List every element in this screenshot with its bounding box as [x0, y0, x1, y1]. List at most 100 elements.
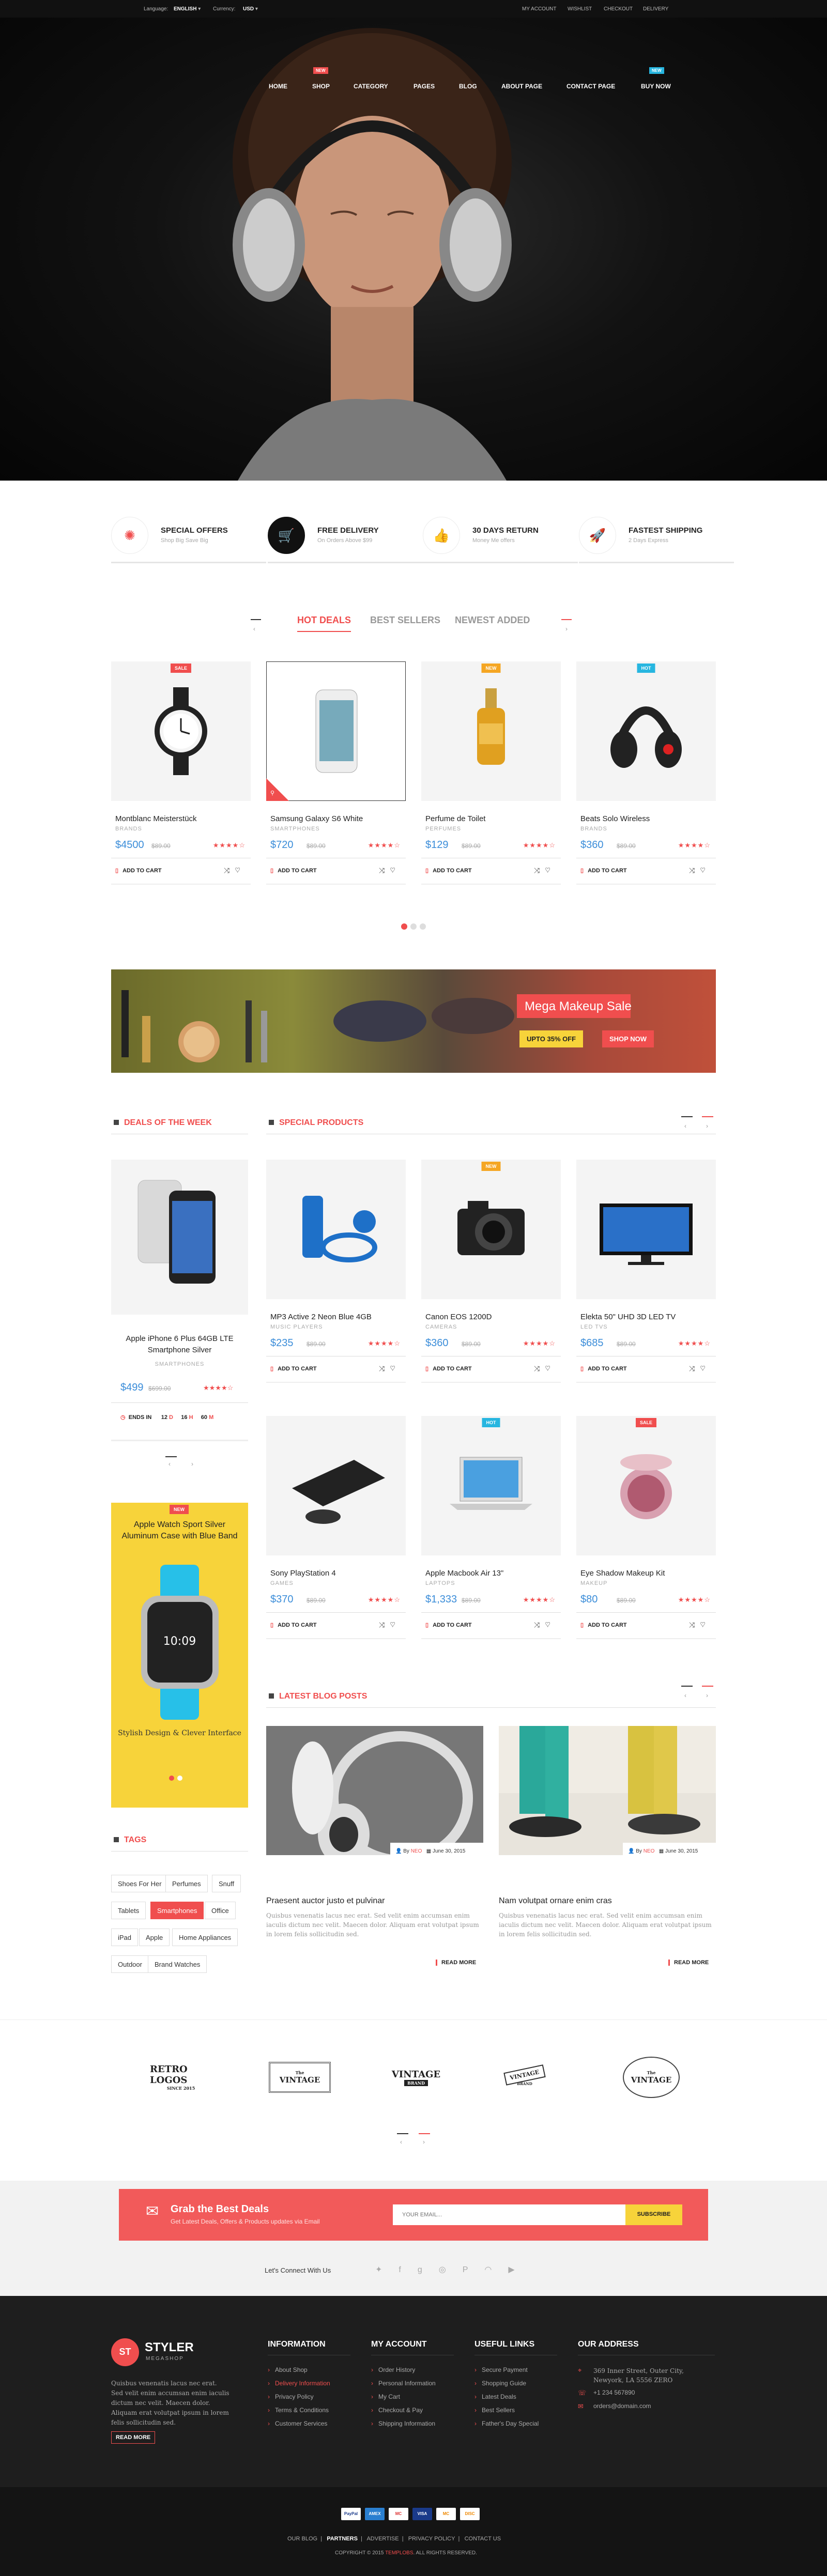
product-image[interactable] [266, 1416, 406, 1555]
footer-link[interactable]: Secure Payment [474, 2366, 528, 2373]
bottom-link-contact[interactable]: CONTACT US [465, 2536, 501, 2542]
tag-item[interactable]: Home Appliances [172, 1929, 238, 1946]
checkout-link[interactable]: CHECKOUT [604, 6, 633, 12]
blog-prev-arrow[interactable] [681, 1686, 693, 1687]
compare-icon[interactable]: ⤨ [379, 1364, 390, 1372]
product-card[interactable]: Sony PlayStation 4 GAMES $370 $89.00 ★★★★☆ ▯ A… [266, 1416, 406, 1651]
tag-item[interactable]: Apple [139, 1929, 170, 1946]
product-card[interactable]: HOT Beats Solo Wireless BRANDS $360 $89.00 ★★… [576, 661, 716, 897]
language-select[interactable]: ENGLISH ▾ [174, 6, 201, 12]
tag-item[interactable]: Tablets [111, 1902, 146, 1919]
footer-link[interactable]: Latest Deals [474, 2393, 516, 2400]
heart-icon[interactable]: ♡ [390, 866, 401, 874]
footer-link[interactable]: Checkout & Pay [371, 2407, 423, 2414]
currency-select[interactable]: USD ▾ [243, 6, 258, 12]
product-image[interactable] [111, 661, 251, 801]
nav-pages[interactable]: PAGES [414, 83, 435, 90]
product-image[interactable] [576, 661, 716, 801]
deal-card[interactable]: Apple iPhone 6 Plus 64GB LTE Smartphone … [111, 1160, 248, 1441]
wishlist-link[interactable]: WISHLIST [568, 6, 592, 12]
my-account-link[interactable]: MY ACCOUNT [522, 6, 557, 12]
chevron-left-icon[interactable]: ‹ [400, 2138, 402, 2146]
nav-home[interactable]: HOME [269, 83, 287, 90]
footer-logo[interactable]: ST [111, 2338, 139, 2366]
product-name[interactable]: Apple Macbook Air 13" [425, 1569, 503, 1578]
add-to-cart-button[interactable]: ▯ ADD TO CART [580, 1365, 627, 1372]
heart-icon[interactable]: ♡ [390, 1364, 401, 1372]
product-image[interactable] [576, 1416, 716, 1555]
tab-hot-deals[interactable]: HOT DEALS [297, 615, 351, 632]
delivery-link[interactable]: DELIVERY [643, 6, 668, 12]
chevron-left-icon[interactable]: ‹ [684, 1692, 686, 1699]
special-next-arrow[interactable] [702, 1116, 713, 1117]
product-card[interactable]: NEW Perfume de Toilet PERFUMES $129 $89.00 ★★… [421, 661, 561, 897]
pager-dot[interactable] [420, 923, 426, 930]
instagram-icon[interactable]: ◎ [439, 2265, 463, 2274]
twitter-icon[interactable]: ✦ [375, 2265, 399, 2274]
footer-link[interactable]: Shopping Guide [474, 2380, 526, 2387]
add-to-cart-button[interactable]: ▯ ADD TO CART [425, 1622, 472, 1628]
tabs-next-arrow[interactable] [561, 619, 572, 620]
compare-icon[interactable]: ⤨ [379, 866, 390, 874]
youtube-icon[interactable]: ▶ [508, 2265, 531, 2274]
deals-prev-arrow[interactable] [165, 1456, 177, 1457]
footer-link[interactable]: About Shop [268, 2366, 308, 2373]
chevron-right-icon[interactable]: › [706, 1692, 708, 1699]
pager-dot-active[interactable] [401, 923, 407, 930]
email-input[interactable] [393, 2204, 625, 2225]
rss-icon[interactable]: ◠ [484, 2265, 508, 2274]
nav-blog[interactable]: BLOG [459, 83, 477, 90]
chevron-right-icon[interactable]: › [423, 2138, 425, 2146]
compare-icon[interactable]: ⤨ [689, 1621, 700, 1629]
apple-watch-promo[interactable]: NEW Apple Watch Sport Silver Aluminum Ca… [111, 1503, 248, 1808]
add-to-cart-button[interactable]: ▯ ADD TO CART [425, 1365, 472, 1372]
add-to-cart-button[interactable]: ▯ ADD TO CART [580, 867, 627, 874]
nav-buy-now[interactable]: BUY NOW [641, 83, 671, 90]
chevron-left-icon[interactable]: ‹ [684, 1122, 686, 1130]
bottom-link-partners[interactable]: PARTNERS [327, 2536, 358, 2542]
nav-category[interactable]: CATEGORY [354, 83, 388, 90]
product-name[interactable]: MP3 Active 2 Neon Blue 4GB [270, 1313, 372, 1321]
tab-newest-added[interactable]: NEWEST ADDED [455, 615, 530, 626]
footer-link[interactable]: Order History [371, 2366, 415, 2373]
product-image[interactable] [421, 661, 561, 801]
tag-item[interactable]: Smartphones [150, 1902, 204, 1919]
special-prev-arrow[interactable] [681, 1116, 693, 1117]
heart-icon[interactable]: ♡ [545, 1364, 556, 1372]
heart-icon[interactable]: ♡ [700, 866, 711, 874]
product-name[interactable]: Eye Shadow Makeup Kit [580, 1569, 665, 1578]
add-to-cart-button[interactable]: ▯ ADD TO CART [580, 1622, 627, 1628]
product-card[interactable]: HOT Apple Macbook Air 13" LAPTOPS $1,333 $89… [421, 1416, 561, 1651]
add-to-cart-button[interactable]: ▯ ADD TO CART [270, 1622, 317, 1628]
blog-post[interactable]: 👤 By NEO ▦ June 30, 2015 Nam volutpat or… [499, 1726, 716, 1966]
chevron-left-icon[interactable]: ‹ [253, 625, 255, 633]
footer-link[interactable]: Terms & Conditions [268, 2407, 329, 2414]
product-card[interactable]: NEW Canon EOS 1200D CAMERAS $360 $89.00 ★★★★☆… [421, 1160, 561, 1395]
pager-dot[interactable] [410, 923, 417, 930]
logos-prev-arrow[interactable] [397, 2133, 408, 2134]
bottom-link-privacy[interactable]: PRIVACY POLICY [408, 2536, 455, 2542]
compare-icon[interactable]: ⤨ [534, 1621, 545, 1629]
brand-logo-vintage-brand[interactable]: VINTAGE BRAND [385, 2057, 447, 2098]
blog-post-title[interactable]: Nam volutpat ornare enim cras [499, 1896, 612, 1906]
heart-icon[interactable]: ♡ [700, 1364, 711, 1372]
heart-icon[interactable]: ♡ [545, 1621, 556, 1629]
google-plus-icon[interactable]: g [418, 2265, 439, 2274]
quick-view-corner[interactable] [266, 778, 289, 801]
tag-item[interactable]: Brand Watches [148, 1955, 207, 1973]
read-more-link[interactable]: READ MORE [668, 1960, 709, 1966]
footer-link[interactable]: Best Sellers [474, 2407, 515, 2414]
tag-item[interactable]: Perfumes [165, 1875, 208, 1892]
tabs-prev-arrow[interactable] [251, 619, 261, 620]
tag-item[interactable]: Office [205, 1902, 236, 1919]
compare-icon[interactable]: ⤨ [689, 1364, 700, 1372]
chevron-right-icon[interactable]: › [191, 1460, 193, 1468]
footer-link[interactable]: Delivery Information [268, 2380, 330, 2387]
tab-best-sellers[interactable]: BEST SELLERS [370, 615, 440, 626]
brand-logo-retro[interactable]: RETRO LOGOS SINCE 2015 [150, 2057, 212, 2098]
pinterest-icon[interactable]: P [463, 2265, 485, 2274]
search-icon[interactable]: ⚲ [270, 790, 274, 796]
product-name[interactable]: Beats Solo Wireless [580, 814, 650, 823]
tag-item[interactable]: Outdoor [111, 1955, 149, 1973]
nav-contact[interactable]: CONTACT PAGE [566, 83, 615, 90]
